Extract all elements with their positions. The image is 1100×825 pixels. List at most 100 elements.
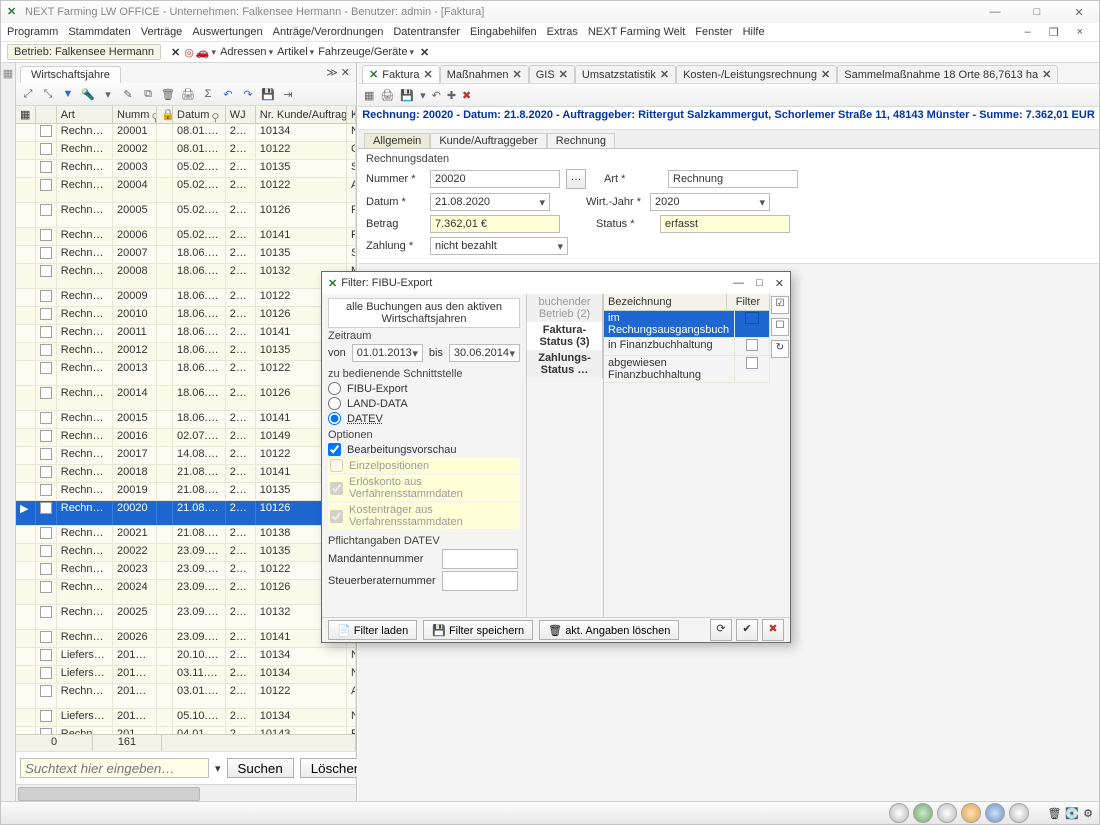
status-orb-6[interactable] <box>1009 803 1029 823</box>
dialog-close[interactable]: ✕ <box>775 277 784 290</box>
table-row[interactable]: Rechnung2000208.01.2020202010122Gause, G… <box>16 142 356 160</box>
menu-eingabehilfen[interactable]: Eingabehilfen <box>470 26 537 38</box>
tool-print-icon[interactable]: 🖨 <box>180 88 196 101</box>
dlg-checkall[interactable]: ☑ <box>771 296 789 314</box>
col-wj[interactable]: WJ <box>226 106 256 123</box>
dialog-grid-row[interactable]: in Finanzbuchhaltung <box>604 338 770 356</box>
col-select[interactable]: ▦ <box>16 106 36 123</box>
menu-programm[interactable]: Programm <box>7 26 58 38</box>
table-row[interactable]: Rechnung2001018.06.2020202010126Rittergu… <box>16 307 356 325</box>
subtab-kunde[interactable]: Kunde/Auftraggeber <box>430 133 546 148</box>
table-row[interactable]: Rechnung2002523.09.2020202010132Müller, … <box>16 605 356 630</box>
status-trash-icon[interactable]: 🗑 <box>1047 807 1061 820</box>
table-row[interactable]: Rechnung2001318.06.2020202010122Auterman… <box>16 361 356 386</box>
zeitraum-tab[interactable]: alle Buchungen aus den aktiven Wirtschaf… <box>328 298 520 328</box>
rtool-undo-icon[interactable]: ↶ <box>432 89 441 102</box>
status-orb-1[interactable] <box>889 803 909 823</box>
table-row[interactable]: Rechnung2000818.06.2020202010132Müller, … <box>16 264 356 289</box>
col-check[interactable] <box>36 106 57 123</box>
col-num[interactable]: Numm⚲ <box>113 106 157 123</box>
table-row[interactable]: Rechnung2002121.08.2020202010138Slomka, <box>16 526 356 544</box>
tool-undo-icon[interactable]: ↶ <box>220 88 236 101</box>
tool-save-icon[interactable]: 💾 <box>260 88 276 101</box>
table-row[interactable]: Rechnung2002623.09.2020202010141Richter, <box>16 630 356 648</box>
tool-delete-icon[interactable]: 🗑 <box>160 88 176 101</box>
tab-kosten[interactable]: Kosten-/Leistungsrechnung✕ <box>676 65 837 83</box>
table-row[interactable]: Rechnung2000405.02.2020202010122Auterman… <box>16 178 356 203</box>
dlg-uncheckall[interactable]: ☐ <box>771 318 789 336</box>
table-row[interactable]: Rechnung2000918.06.2020202010122Auterman… <box>16 289 356 307</box>
table-row[interactable]: Rechnung2000605.02.2020202010141Richter,… <box>16 228 356 246</box>
rtool-new-icon[interactable]: ✚ <box>447 89 456 102</box>
btn-reload[interactable]: ⟳ <box>710 619 732 641</box>
btn-filter-laden[interactable]: 📄 Filter laden <box>328 620 417 640</box>
radio-fibu[interactable]: FIBU-Export <box>328 382 520 395</box>
table-row[interactable]: Rechnung2002223.09.2020202010135Schlüter <box>16 544 356 562</box>
table-row[interactable]: Rechnung2001921.08.2020202010135Schlüter <box>16 483 356 501</box>
rtab-betrieb[interactable]: buchender Betrieb (2) <box>527 294 603 322</box>
table-row[interactable]: Rechnung2001602.07.2020202010149Gause, G <box>16 429 356 447</box>
subtab-allgemein[interactable]: Allgemein <box>364 133 430 148</box>
tab-sammel[interactable]: Sammelmaßnahme 18 Orte 86,7613 ha✕ <box>837 65 1058 83</box>
table-row[interactable]: Rechnung2017000204.01.2017201710143Falke… <box>16 727 356 734</box>
table-row[interactable]: Rechnung2002423.09.2020202010126Rittergu… <box>16 580 356 605</box>
search-dropdown-icon[interactable]: ▾ <box>215 762 221 775</box>
menu-antraege[interactable]: Anträge/Verordnungen <box>273 26 384 38</box>
tool-expand-icon[interactable]: ⤢ <box>20 88 36 101</box>
context-close-1[interactable]: ✕ <box>171 46 180 59</box>
table-row[interactable]: Rechnung2001518.06.2020202010141Richter, <box>16 411 356 429</box>
h-scrollbar[interactable] <box>16 784 356 801</box>
tool-sigma-icon[interactable]: Σ <box>200 88 216 100</box>
von-field[interactable]: 01.01.2013 <box>352 344 423 362</box>
dialog-grid-row[interactable]: im Rechungsausgangsbuch <box>604 311 770 338</box>
table-row[interactable]: Rechnung2000505.02.2020202010126Rittergu… <box>16 203 356 228</box>
tool-new-icon[interactable]: ▾ <box>100 88 116 101</box>
btn-cancel[interactable]: ✖ <box>762 619 784 641</box>
rtool-del-icon[interactable]: ✖ <box>462 89 471 102</box>
table-row[interactable]: Lieferschein201700220.10.2017201710134Na… <box>16 648 356 666</box>
table-row[interactable]: Rechnung2017000103.01.2017201710122Auter… <box>16 684 356 709</box>
subtab-rechnung[interactable]: Rechnung <box>547 133 615 148</box>
tool-copy-icon[interactable]: ⧉ <box>140 88 156 101</box>
dcol-bezeichnung[interactable]: Bezeichnung <box>604 294 727 310</box>
art-field[interactable]: Rechnung <box>668 170 798 188</box>
dcol-filter[interactable]: Filter <box>727 294 770 310</box>
tab-gis[interactable]: GIS✕ <box>529 65 575 83</box>
rtool-print-icon[interactable]: 🖨 <box>380 89 394 102</box>
mdi-minimize[interactable]: – <box>1025 26 1031 39</box>
mdi-close[interactable]: × <box>1077 26 1083 39</box>
menu-datentransfer[interactable]: Datentransfer <box>393 26 460 38</box>
menu-stammdaten[interactable]: Stammdaten <box>68 26 130 38</box>
context-fahrzeuge[interactable]: Fahrzeuge/Geräte <box>318 46 414 58</box>
table-row[interactable]: Rechnung2000305.02.2020202010135Schlüter… <box>16 160 356 178</box>
dlg-refresh[interactable]: ↻ <box>771 340 789 358</box>
search-button[interactable]: Suchen <box>227 758 294 778</box>
menu-hilfe[interactable]: Hilfe <box>743 26 765 38</box>
table-row[interactable]: Rechnung2001118.06.2020202010141Richter <box>16 325 356 343</box>
table-row[interactable]: Rechnung2000108.01.2020202010134Nachtiga… <box>16 124 356 142</box>
nummer-lookup[interactable]: … <box>566 169 586 189</box>
rtool-save-icon[interactable]: 💾 <box>400 89 414 102</box>
context-car-dd[interactable]: 🚗 <box>196 46 216 59</box>
rtool-grid-icon[interactable]: ▦ <box>364 89 374 102</box>
status-disk-icon[interactable]: 💽 <box>1065 807 1079 820</box>
tab-umsatz[interactable]: Umsatzstatistik✕ <box>575 65 676 83</box>
left-tabs-overflow[interactable]: ≫ ✕ <box>326 66 350 79</box>
dialog-grid[interactable]: im Rechungsausgangsbuchin Finanzbuchhalt… <box>604 311 770 383</box>
radio-landdata[interactable]: LAND-DATA <box>328 397 520 410</box>
table-row[interactable]: Rechnung2001821.08.2020202010141Richter <box>16 465 356 483</box>
status-orb-4[interactable] <box>961 803 981 823</box>
menu-vertraege[interactable]: Verträge <box>141 26 183 38</box>
col-lock[interactable]: 🔒 <box>157 106 173 123</box>
nummer-field[interactable]: 20020 <box>430 170 560 188</box>
menu-extras[interactable]: Extras <box>547 26 578 38</box>
btn-ok[interactable]: ✔ <box>736 619 758 641</box>
radio-datev[interactable]: DATEV <box>328 412 520 425</box>
menu-fenster[interactable]: Fenster <box>695 26 732 38</box>
left-tab-wj[interactable]: Wirtschaftsjahre <box>20 66 121 83</box>
tool-collapse-icon[interactable]: ⤡ <box>40 88 56 101</box>
dialog-maximize[interactable]: □ <box>756 277 763 290</box>
col-art[interactable]: Art <box>57 106 113 123</box>
table-row[interactable]: Rechnung2000718.06.2020202010135Schlüter… <box>16 246 356 264</box>
status-orb-3[interactable] <box>937 803 957 823</box>
